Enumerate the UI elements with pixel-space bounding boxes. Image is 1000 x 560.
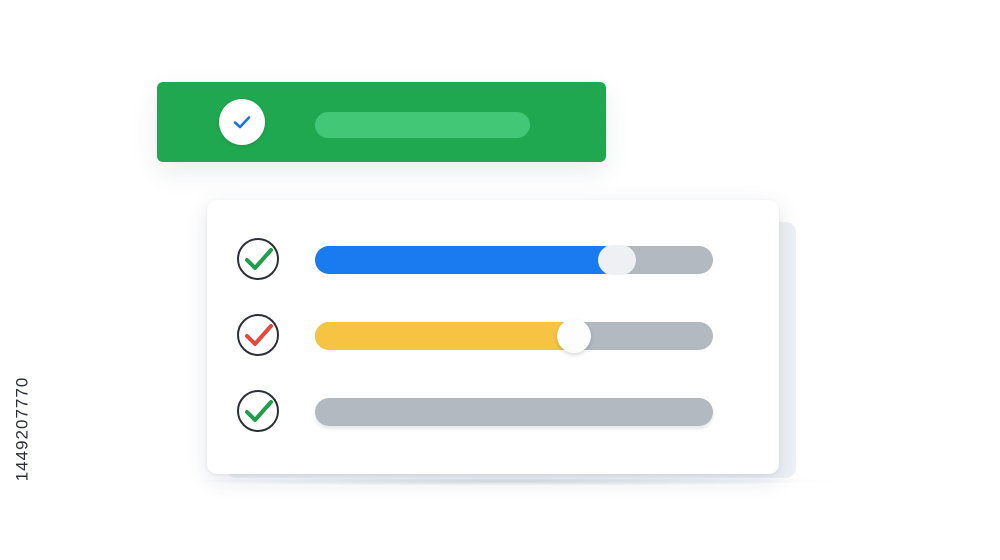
list-item [207, 312, 779, 358]
progress-handle[interactable] [557, 319, 591, 353]
check-circle-icon [237, 390, 279, 432]
check-circle-icon [237, 314, 279, 356]
task-card [207, 200, 779, 474]
check-circle-icon [237, 238, 279, 280]
progress-handle[interactable] [598, 245, 636, 275]
check-icon [233, 116, 251, 129]
progress-fill [315, 322, 574, 350]
progress-track [315, 319, 713, 353]
progress-track [315, 398, 713, 426]
stock-id-text: 1449207770 [12, 376, 32, 482]
banner-check-icon [219, 99, 265, 145]
list-item [207, 236, 779, 282]
stock-id-label: 1449207770 [3, 319, 41, 539]
progress-fill [315, 246, 617, 274]
progress-track [315, 245, 713, 275]
list-item [207, 388, 779, 434]
status-banner [157, 82, 606, 162]
banner-text-placeholder [315, 112, 530, 138]
